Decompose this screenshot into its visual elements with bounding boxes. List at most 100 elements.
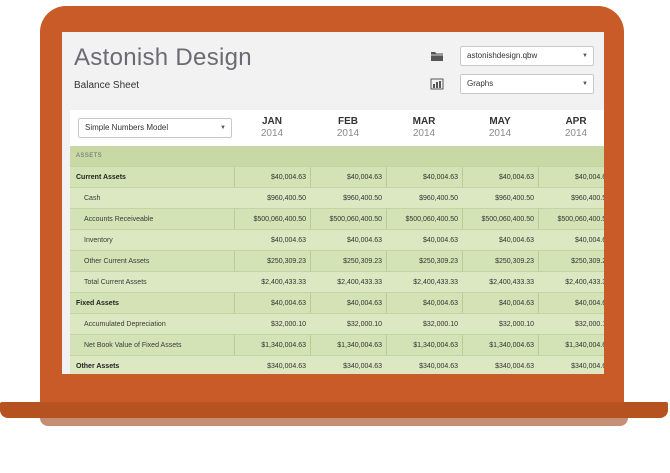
value-cell[interactable]: $960,400.50: [310, 188, 382, 209]
value-cell[interactable]: $1,340,004.63: [386, 335, 458, 356]
month-label: MAR: [412, 116, 436, 127]
value-cell[interactable]: $40,004.63: [234, 230, 306, 251]
row-label: Net Book Value of Fixed Assets: [84, 342, 182, 349]
value-cell[interactable]: $40,004.63: [310, 293, 382, 314]
table-row[interactable]: Other Assets $340,004.63 $340,004.63 $340,0…: [70, 356, 604, 374]
value-cell[interactable]: $340,004.63: [234, 356, 306, 374]
chevron-down-icon: ▼: [582, 81, 588, 87]
value-cell[interactable]: $960,400.50: [462, 188, 534, 209]
value-cell[interactable]: $250,309.23: [386, 251, 458, 272]
table-row[interactable]: Inventory $40,004.63 $40,004.63 $40,004.63 $…: [70, 230, 604, 251]
view-select[interactable]: Graphs ▼: [460, 74, 594, 94]
value-cell[interactable]: $32,000.10: [538, 314, 604, 335]
file-select-value: astonishdesign.qbw: [467, 51, 538, 60]
table-row[interactable]: Accumulated Depreciation $32,000.10 $32,00…: [70, 314, 604, 335]
value-cell[interactable]: $40,004.63: [234, 293, 306, 314]
value-cell[interactable]: $500,060,400.50: [310, 209, 382, 230]
value-cell[interactable]: $40,004.63: [386, 230, 458, 251]
value-cell[interactable]: $40,004.63: [310, 230, 382, 251]
model-header-cell: Simple Numbers Model ▼: [70, 110, 240, 146]
row-label: Cash: [84, 195, 101, 202]
value-cell[interactable]: $2,400,433.33: [310, 272, 382, 293]
folder-icon[interactable]: [430, 50, 444, 62]
table-row[interactable]: Total Current Assets $2,400,433.33 $2,400,…: [70, 272, 604, 293]
chevron-down-icon: ▼: [220, 125, 226, 131]
table-row[interactable]: Net Book Value of Fixed Assets $1,340,004…: [70, 335, 604, 356]
value-cell[interactable]: $2,400,433.33: [386, 272, 458, 293]
value-cell[interactable]: $40,004.63: [234, 167, 306, 188]
month-label: JAN: [261, 116, 282, 127]
value-cell[interactable]: $340,004.63: [386, 356, 458, 374]
app-screen: Astonish Design Balance Sheet astonishde…: [62, 32, 604, 374]
value-cell[interactable]: $40,004.63: [462, 293, 534, 314]
value-cell[interactable]: $1,340,004.63: [234, 335, 306, 356]
value-cell[interactable]: $40,004.63: [310, 167, 382, 188]
year-label: 2014: [260, 128, 284, 139]
value-cell[interactable]: $40,004.63: [462, 167, 534, 188]
value-cell[interactable]: $1,340,004.63: [462, 335, 534, 356]
bar-chart-icon[interactable]: [430, 78, 444, 90]
year-label: 2014: [336, 128, 360, 139]
value-cell[interactable]: $250,309.23: [538, 251, 604, 272]
sheet-title: Balance Sheet: [74, 80, 140, 91]
table-row[interactable]: Current Assets $40,004.63 $40,004.63 $40,00…: [70, 167, 604, 188]
value-cell[interactable]: $960,400.50: [234, 188, 306, 209]
row-label: Other Assets: [76, 363, 120, 370]
value-cell[interactable]: $1,340,004.63: [538, 335, 604, 356]
value-cell[interactable]: $40,004.63: [538, 167, 604, 188]
table-row[interactable]: Cash $960,400.50 $960,400.50 $960,400.50 $96…: [70, 188, 604, 209]
value-cell[interactable]: $2,400,433.33: [234, 272, 306, 293]
value-cell[interactable]: $32,000.10: [310, 314, 382, 335]
value-cell[interactable]: $500,060,400.50: [234, 209, 306, 230]
value-cell[interactable]: $500,060,400.50: [386, 209, 458, 230]
row-label: Accumulated Depreciation: [84, 321, 166, 328]
value-cell[interactable]: $40,004.63: [386, 293, 458, 314]
row-label: Fixed Assets: [76, 300, 119, 307]
table-row[interactable]: Fixed Assets $40,004.63 $40,004.63 $40,004.…: [70, 293, 604, 314]
month-header[interactable]: MAR 2014: [386, 110, 462, 146]
app-title: Astonish Design: [74, 44, 252, 71]
row-label: Inventory: [84, 237, 113, 244]
year-label: 2014: [412, 128, 436, 139]
month-label: FEB: [338, 116, 358, 127]
view-select-value: Graphs: [467, 79, 494, 88]
year-label: 2014: [564, 128, 588, 139]
month-header[interactable]: FEB 2014: [310, 110, 386, 146]
balance-sheet-table: Simple Numbers Model ▼ JAN 2014 FEB 2014 MAR…: [70, 110, 604, 374]
model-select[interactable]: Simple Numbers Model ▼: [78, 118, 232, 138]
value-cell[interactable]: $2,400,433.33: [538, 272, 604, 293]
value-cell[interactable]: $2,400,433.33: [462, 272, 534, 293]
row-label: Current Assets: [76, 174, 126, 181]
month-header[interactable]: JAN 2014: [234, 110, 310, 146]
value-cell[interactable]: $340,004.63: [310, 356, 382, 374]
laptop-base-shadow: [40, 418, 628, 426]
value-cell[interactable]: $960,400.50: [538, 188, 604, 209]
year-label: 2014: [488, 128, 512, 139]
value-cell[interactable]: $32,000.10: [386, 314, 458, 335]
value-cell[interactable]: $40,004.63: [386, 167, 458, 188]
value-cell[interactable]: $40,004.63: [462, 230, 534, 251]
value-cell[interactable]: $340,004.63: [538, 356, 604, 374]
row-label: Other Current Assets: [84, 258, 150, 265]
row-label: ASSETS: [76, 153, 103, 159]
value-cell[interactable]: $32,000.10: [234, 314, 306, 335]
value-cell[interactable]: $500,060,400.50: [538, 209, 604, 230]
value-cell[interactable]: $500,060,400.50: [462, 209, 534, 230]
value-cell[interactable]: $250,309.23: [462, 251, 534, 272]
table-row[interactable]: ASSETS: [70, 146, 604, 167]
value-cell[interactable]: $250,309.23: [234, 251, 306, 272]
chevron-down-icon: ▼: [582, 53, 588, 59]
month-label: APR: [565, 116, 587, 127]
value-cell[interactable]: $40,004.63: [538, 293, 604, 314]
file-select[interactable]: astonishdesign.qbw ▼: [460, 46, 594, 66]
value-cell[interactable]: $250,309.23: [310, 251, 382, 272]
month-header[interactable]: APR 2014: [538, 110, 604, 146]
value-cell[interactable]: $1,340,004.63: [310, 335, 382, 356]
value-cell[interactable]: $340,004.63: [462, 356, 534, 374]
value-cell[interactable]: $32,000.10: [462, 314, 534, 335]
month-header[interactable]: MAY 2014: [462, 110, 538, 146]
value-cell[interactable]: $960,400.50: [386, 188, 458, 209]
table-row[interactable]: Other Current Assets $250,309.23 $250,309.…: [70, 251, 604, 272]
table-row[interactable]: Accounts Receiveable $500,060,400.50 $500,…: [70, 209, 604, 230]
value-cell[interactable]: $40,004.63: [538, 230, 604, 251]
